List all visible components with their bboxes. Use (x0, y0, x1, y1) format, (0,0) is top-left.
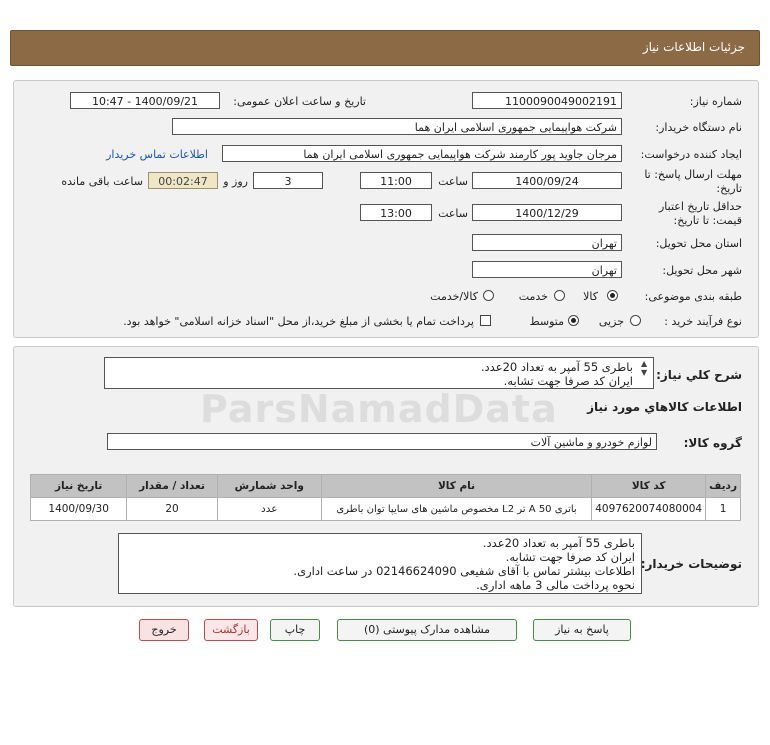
scroll-down-icon[interactable]: ▼ (641, 368, 647, 377)
table-header-row: ردیف کد کالا نام کالا واحد شمارش تعداد /… (29, 474, 741, 498)
process-label: نوع فرآیند خرید : (664, 315, 742, 328)
deadline-date-field: 1400/09/24 (472, 172, 622, 189)
process-radio-minor[interactable] (630, 315, 641, 326)
province-field: تهران (472, 234, 622, 251)
buyer-notes-label: توضیحات خریدار: (640, 557, 742, 571)
table-row[interactable]: 1 4097620074080004 باتری 50 A تر L2 مخصو… (29, 497, 741, 521)
process-option-medium: متوسط (529, 315, 564, 328)
category-radio-service[interactable] (554, 290, 565, 301)
cell-qty: 20 (126, 497, 218, 521)
col-code-header: کد کالا (591, 474, 707, 498)
col-name-header: نام کالا (320, 474, 593, 498)
buyer-org-label: نام دستگاه خریدار: (655, 121, 742, 134)
reply-button[interactable]: پاسخ به نیاز (533, 619, 631, 641)
need-number-field: 1100090049002191 (472, 92, 622, 109)
creator-label: ایجاد کننده درخواست: (640, 148, 742, 161)
exit-button[interactable]: خروج (139, 619, 189, 641)
deadline-time-field: 11:00 (360, 172, 432, 189)
summary-label: شرح کلي نياز: (656, 368, 742, 382)
goods-group-label: گروه کالا: (683, 436, 742, 450)
cell-code: 4097620074080004 (591, 497, 707, 521)
category-option-service: خدمت (518, 290, 548, 303)
deadline-time-label: ساعت (438, 175, 468, 188)
treasury-payment-checkbox[interactable] (480, 315, 491, 326)
title-bar: جزئیات اطلاعات نیاز (10, 30, 760, 66)
category-radio-goods-service[interactable] (483, 290, 494, 301)
category-radio-goods[interactable] (607, 290, 618, 301)
col-date-header: تاریخ نیاز (29, 474, 128, 498)
scroll-up-icon[interactable]: ▲ (641, 359, 647, 368)
page-title: جزئیات اطلاعات نیاز (642, 40, 745, 54)
category-label: طبقه بندی موضوعی: (644, 290, 742, 303)
goods-table: ردیف کد کالا نام کالا واحد شمارش تعداد /… (29, 474, 741, 521)
validity-time-label: ساعت (438, 207, 468, 220)
need-number-label: شماره نیاز: (689, 95, 742, 108)
back-button[interactable]: بازگشت (204, 619, 258, 641)
validity-label-date: قیمت: تا تاریخ: (673, 214, 742, 227)
deadline-label-date: تاریخ: (716, 182, 742, 195)
treasury-payment-note: پرداخت تمام یا بخشی از مبلغ خرید،از محل … (123, 315, 474, 328)
attachments-button[interactable]: مشاهده مدارک پیوستی (0) (337, 619, 517, 641)
category-option-goods-service: کالا/خدمت (430, 290, 478, 303)
deadline-label: مهلت ارسال پاسخ: تا (644, 168, 742, 181)
col-qty-header: تعداد / مقدار (126, 474, 218, 498)
cell-name: باتری 50 A تر L2 مخصوص ماشین های سایپا ت… (320, 497, 593, 521)
goods-section-title: اطلاعات کالاهاي مورد نياز (587, 400, 742, 414)
validity-time-field: 13:00 (360, 204, 432, 221)
col-row-header: ردیف (705, 474, 741, 498)
province-label: استان محل تحویل: (655, 237, 742, 250)
creator-field: مرجان جاوید پور کارمند شرکت هواپیمایی جم… (222, 145, 622, 162)
cell-unit: عدد (216, 497, 322, 521)
city-field: تهران (472, 261, 622, 278)
col-unit-header: واحد شمارش (216, 474, 322, 498)
cell-row: 1 (705, 497, 741, 521)
city-label: شهر محل تحویل: (662, 264, 742, 277)
time-remaining-field: 00:02:47 (148, 172, 218, 189)
validity-date-field: 1400/12/29 (472, 204, 622, 221)
announce-datetime-field: 1400/09/21 - 10:47 (70, 92, 220, 109)
print-button[interactable]: چاپ (270, 619, 320, 641)
announce-label: تاریخ و ساعت اعلان عمومی: (233, 95, 366, 108)
goods-group-field: لوازم خودرو و ماشین آلات (107, 433, 657, 450)
summary-textarea[interactable]: باطری 55 آمپر به تعداد 20عدد. ایران کد ص… (104, 357, 654, 389)
days-word: روز و (223, 175, 248, 188)
process-radio-medium[interactable] (568, 315, 579, 326)
days-remaining-field: 3 (253, 172, 323, 189)
cell-date: 1400/09/30 (29, 497, 128, 521)
validity-label: حداقل تاریخ اعتبار (658, 200, 742, 213)
watermark-logo-text: ParsNamadData (200, 387, 558, 431)
process-option-minor: جزیی (598, 315, 624, 328)
time-remaining-label: ساعت باقی مانده (61, 175, 143, 188)
buyer-notes-textarea[interactable]: باطری 55 آمپر به تعداد 20عدد. ایران کد ص… (118, 533, 642, 594)
buyer-contact-link[interactable]: اطلاعات تماس خریدار (106, 148, 208, 161)
category-option-goods: کالا (583, 290, 598, 303)
buyer-org-field: شرکت هواپیمایی جمهوری اسلامی ایران هما (172, 118, 622, 135)
